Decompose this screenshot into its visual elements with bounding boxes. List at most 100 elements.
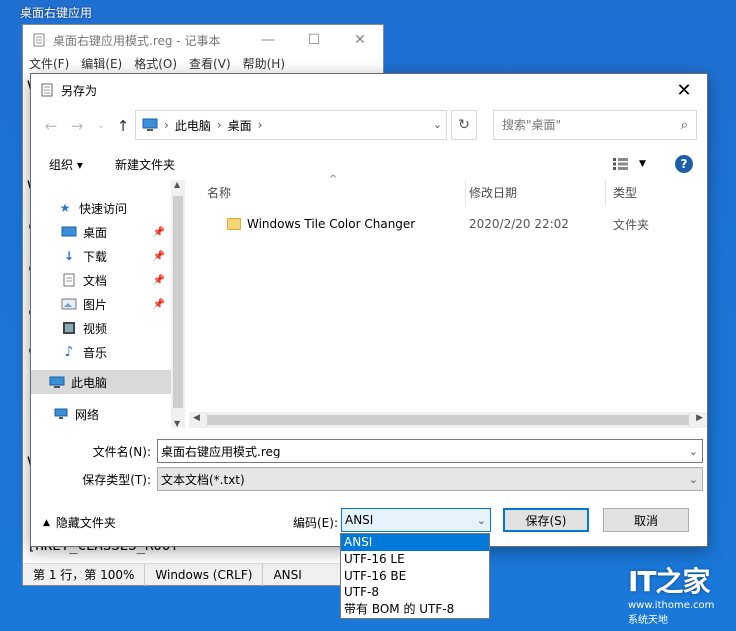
- breadcrumb-separator-icon: ›: [164, 118, 169, 132]
- chevron-up-icon: ▲: [43, 517, 50, 528]
- nav-scrollbar[interactable]: ▲ ▼: [171, 180, 185, 428]
- file-row[interactable]: Windows Tile Color Changer 2020/2/20 22:…: [203, 212, 707, 236]
- refresh-icon[interactable]: ↻: [451, 110, 477, 140]
- new-folder-button[interactable]: 新建文件夹: [115, 156, 175, 173]
- chevron-down-icon[interactable]: ⌄: [689, 445, 698, 458]
- nav-item-music[interactable]: ♪ 音乐: [31, 340, 171, 364]
- pin-icon: 📌: [152, 298, 165, 310]
- filename-field[interactable]: ⌄: [157, 439, 703, 463]
- close-icon[interactable]: ✕: [661, 74, 707, 106]
- encoding-select[interactable]: ANSI ⌄: [341, 508, 491, 532]
- breadcrumb-this-pc[interactable]: 此电脑: [175, 117, 211, 134]
- scroll-left-icon[interactable]: ◀: [193, 413, 200, 423]
- organize-button[interactable]: 组织 ▾: [49, 156, 83, 173]
- menu-help[interactable]: 帮助(H): [243, 55, 285, 75]
- address-bar[interactable]: › 此电脑 › 桌面 › ⌄: [135, 110, 447, 140]
- menu-file[interactable]: 文件(F): [29, 55, 69, 75]
- document-icon: [61, 273, 77, 287]
- pin-icon: 📌: [152, 250, 165, 262]
- column-divider[interactable]: [465, 180, 466, 206]
- encoding-value: ANSI: [345, 513, 374, 527]
- nav-item-documents[interactable]: 文档 📌: [31, 268, 171, 292]
- filetype-select[interactable]: 文本文档(*.txt) ⌄: [157, 467, 703, 491]
- dialog-titlebar: 另存为: [31, 74, 707, 106]
- file-type: 文件夹: [613, 217, 650, 232]
- encoding-option[interactable]: UTF-16 LE: [341, 551, 489, 568]
- column-header-name[interactable]: 名称: [207, 180, 231, 206]
- scroll-right-icon[interactable]: ▶: [696, 413, 703, 423]
- nav-item-this-pc[interactable]: 此电脑: [31, 370, 171, 394]
- watermark-url: www.ithome.com: [628, 600, 715, 611]
- menu-format[interactable]: 格式(O): [134, 55, 177, 75]
- chevron-down-icon[interactable]: ⌄: [91, 116, 111, 136]
- nav-item-label: 快速访问: [79, 201, 128, 216]
- menu-edit[interactable]: 编辑(E): [81, 55, 122, 75]
- computer-icon: [49, 375, 65, 389]
- horizontal-scrollbar[interactable]: ◀ ▶: [189, 412, 707, 428]
- notepad-icon: [31, 33, 47, 47]
- view-options-icon[interactable]: ▼: [613, 158, 646, 170]
- status-line-ending: Windows (CRLF): [145, 563, 264, 586]
- computer-icon: [142, 118, 158, 132]
- minimize-icon[interactable]: —: [245, 25, 291, 55]
- save-button[interactable]: 保存(S): [503, 508, 589, 532]
- chevron-down-icon[interactable]: ⌄: [433, 118, 442, 131]
- download-icon: ↓: [63, 249, 75, 263]
- desktop-icon: [61, 225, 77, 239]
- encoding-option[interactable]: UTF-8: [341, 584, 489, 601]
- nav-item-videos[interactable]: 视频: [31, 316, 171, 340]
- encoding-option[interactable]: ANSI: [341, 534, 489, 551]
- column-divider[interactable]: [605, 180, 606, 206]
- nav-item-network[interactable]: 网络: [31, 402, 171, 426]
- sort-ascending-icon: ^: [329, 174, 338, 185]
- back-arrow-icon[interactable]: ←: [41, 116, 61, 136]
- menu-view[interactable]: 查看(V): [189, 55, 231, 75]
- cancel-button[interactable]: 取消: [603, 508, 689, 532]
- hide-folders-button[interactable]: ▲ 隐藏文件夹: [43, 514, 116, 531]
- nav-item-desktop[interactable]: 桌面 📌: [31, 220, 171, 244]
- nav-item-label: 图片: [83, 297, 108, 312]
- nav-scrollbar-thumb[interactable]: [173, 196, 183, 408]
- help-icon[interactable]: ?: [675, 155, 693, 173]
- nav-item-label: 音乐: [83, 345, 108, 360]
- search-input[interactable]: [502, 118, 662, 132]
- hide-folders-label: 隐藏文件夹: [55, 516, 116, 530]
- nav-item-downloads[interactable]: ↓ 下载 📌: [31, 244, 171, 268]
- nav-item-pictures[interactable]: 图片 📌: [31, 292, 171, 316]
- nav-item-quick-access[interactable]: ★ 快速访问: [31, 196, 171, 220]
- file-date: 2020/2/20 22:02: [469, 217, 569, 231]
- column-header-date[interactable]: 修改日期: [469, 180, 517, 206]
- chevron-down-icon: ▼: [639, 159, 646, 169]
- encoding-label: 编码(E):: [293, 516, 338, 530]
- nav-item-label: 文档: [83, 273, 108, 288]
- filetype-value: 文本文档(*.txt): [161, 472, 245, 487]
- video-icon: [61, 321, 77, 335]
- scroll-down-icon[interactable]: ▼: [174, 419, 180, 428]
- chevron-down-icon[interactable]: ⌄: [689, 473, 698, 486]
- filename-input[interactable]: [161, 444, 661, 458]
- status-position: 第 1 行，第 100%: [23, 563, 146, 586]
- forward-arrow-icon[interactable]: →: [67, 116, 87, 136]
- search-box[interactable]: ⌕: [493, 110, 697, 140]
- column-header-type[interactable]: 类型: [613, 180, 637, 206]
- command-bar: 组织 ▾ 新建文件夹 ▼ ?: [31, 150, 707, 178]
- scroll-up-icon[interactable]: ▲: [174, 180, 180, 189]
- encoding-dropdown-list: ANSI UTF-16 LE UTF-16 BE UTF-8 带有 BOM 的 …: [340, 533, 490, 619]
- encoding-option[interactable]: 带有 BOM 的 UTF-8: [341, 601, 489, 618]
- encoding-option[interactable]: UTF-16 BE: [341, 568, 489, 585]
- filetype-label: 保存类型(T):: [82, 473, 151, 487]
- folder-icon: [227, 218, 241, 230]
- address-row: ← → ⌄ ↑ › 此电脑 › 桌面 › ⌄ ↻ ⌕: [31, 110, 707, 142]
- chevron-down-icon[interactable]: ⌄: [477, 514, 486, 527]
- search-icon: ⌕: [680, 118, 688, 133]
- horizontal-scrollbar-thumb[interactable]: [207, 415, 689, 425]
- notepad-menubar: 文件(F) 编辑(E) 格式(O) 查看(V) 帮助(H): [23, 55, 383, 75]
- nav-item-label: 网络: [75, 407, 100, 422]
- maximize-icon[interactable]: ☐: [291, 25, 337, 55]
- pin-icon: 📌: [152, 274, 165, 286]
- breadcrumb-desktop[interactable]: 桌面: [228, 117, 252, 134]
- status-encoding: ANSI: [273, 567, 302, 582]
- up-arrow-icon[interactable]: ↑: [113, 116, 133, 136]
- network-icon: [53, 407, 69, 421]
- close-icon[interactable]: ✕: [337, 25, 383, 55]
